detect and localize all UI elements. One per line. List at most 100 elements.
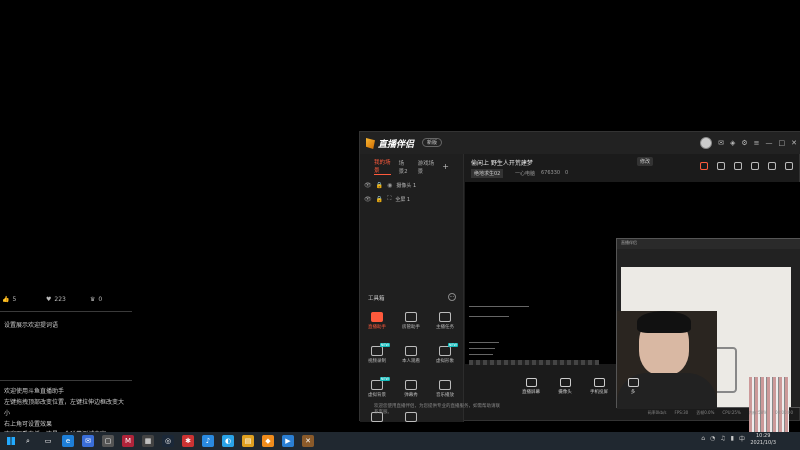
eye-icon[interactable]: 👁 <box>364 196 372 203</box>
camera-button[interactable]: 摄像头 <box>554 378 576 395</box>
menu-icon[interactable]: ≡ <box>754 139 760 147</box>
tab-scene-2[interactable]: 场景2 <box>399 159 410 175</box>
battery-icon[interactable]: ▮ <box>731 435 734 442</box>
tool-music[interactable]: 音乐播放 <box>430 380 460 398</box>
douyu-icon[interactable]: ◆ <box>262 435 274 447</box>
avatar-tool-icon <box>439 346 451 356</box>
folder-icon[interactable]: ▤ <box>242 435 254 447</box>
minimize-icon[interactable]: — <box>766 139 773 147</box>
media-icon[interactable]: ▦ <box>142 435 154 447</box>
background-icon <box>371 380 383 390</box>
divider <box>0 311 132 312</box>
new-badge: NEW <box>447 343 458 347</box>
tool-danmaku-show[interactable]: 弹幕秀 <box>396 380 426 398</box>
share-icon[interactable] <box>785 162 793 170</box>
tool-video-record[interactable]: NEW 视频录制 <box>362 343 392 364</box>
chat-line: 小 <box>4 410 11 417</box>
tool-label: 房管助手 <box>402 325 420 330</box>
task-icon <box>439 312 451 322</box>
tool-label: 虚拟形象 <box>436 359 454 364</box>
header-tools <box>700 162 793 170</box>
heart-icon: ♥ <box>46 296 52 303</box>
hearts-count: 223 <box>54 296 66 303</box>
wifi-icon[interactable]: ◔ <box>710 435 715 442</box>
duration-status: 00:00:00 <box>775 410 793 415</box>
search-icon[interactable]: ⌕ <box>22 435 34 447</box>
overlay-note[interactable]: 设置展示欢迎提词语 <box>4 320 58 329</box>
tab-my-scene[interactable]: 我的场景 <box>374 158 391 175</box>
app-icon[interactable]: ◐ <box>222 435 234 447</box>
music-icon <box>439 380 451 390</box>
add-scene-button[interactable]: + <box>442 162 449 171</box>
tool-live-assistant[interactable]: 直播助手 <box>362 312 392 330</box>
meta-pc: 一心电脑 <box>515 171 536 177</box>
tool-label: 直播助手 <box>368 325 386 330</box>
chat-line: 欢迎使用斗鱼直播助手 <box>4 388 65 395</box>
taskbar: ⌕ ▭ e ✉ ▢ M ▦ ◎ ✱ ♪ ◐ ▤ ◆ ▶ ✕ ⌂ ◔ ♫ ▮ 中 … <box>0 432 800 450</box>
lock-icon[interactable]: 🔒 <box>376 182 383 189</box>
ime-icon[interactable]: 中 <box>739 434 745 443</box>
terminal-icon[interactable]: ▢ <box>102 435 114 447</box>
record-icon <box>371 346 383 356</box>
tool-room-manager[interactable]: 房管助手 <box>396 312 426 330</box>
share-screen-icon[interactable] <box>734 162 742 170</box>
button-label: 摄像头 <box>558 390 572 395</box>
tool-self-view[interactable]: 本人观看 <box>396 346 426 364</box>
tool-anchor-task[interactable]: 主播任务 <box>430 312 460 330</box>
tools-icon[interactable]: ✕ <box>302 435 314 447</box>
music-icon[interactable]: ♪ <box>202 435 214 447</box>
new-badge: NEW <box>379 343 390 347</box>
tool-virtual-avatar[interactable]: NEW 虚拟形象 <box>430 343 460 364</box>
tool-virtual-background[interactable]: NEW 虚拟背景 <box>362 377 392 398</box>
maximize-icon[interactable]: □ <box>779 139 786 147</box>
mail-icon[interactable]: ✉ <box>82 435 94 447</box>
settings-icon[interactable]: ⚙ <box>741 139 747 147</box>
bottom-toolbar: 直播屏幕 摄像头 手机投屏 多 <box>520 378 644 395</box>
crown-stat: ♛ 0 <box>90 296 102 303</box>
room-title[interactable]: 偷闲上 野生人开荒建梦 <box>471 158 533 167</box>
screen-capture-button[interactable]: 直播屏幕 <box>520 378 542 395</box>
steam-icon[interactable]: ◎ <box>162 435 174 447</box>
close-icon[interactable]: ✕ <box>791 139 797 147</box>
tool-label: 音乐播放 <box>436 393 454 398</box>
version-badge[interactable]: 新版 <box>422 138 443 147</box>
stream-icon[interactable]: ▶ <box>282 435 294 447</box>
task-view-icon[interactable]: ▭ <box>42 435 54 447</box>
overlay-stats: 👍 5 ♥ 223 ♛ 0 <box>2 296 132 306</box>
chat-icon[interactable] <box>768 162 776 170</box>
toolbox-more-icon[interactable]: ⋯ <box>448 293 456 301</box>
title-bar: 直播伴侣 新版 ✉ ◈ ⚙ ≡ — □ ✕ <box>360 132 800 154</box>
tab-game-scene[interactable]: 游戏场景 <box>418 159 435 175</box>
game-icon[interactable]: M <box>122 435 134 447</box>
gift-icon[interactable] <box>700 162 708 170</box>
likes-stat: 👍 5 <box>2 296 16 303</box>
chat-line: 左键拖拽顶部改变位置，左键拉伸边框改变大 <box>4 399 125 406</box>
status-bar: 码率0kb/s FPS:30 丢帧0.0% CPU:25% 内存:58% 00:… <box>648 410 793 416</box>
skin-icon[interactable]: ◈ <box>730 139 735 147</box>
divider <box>0 380 132 381</box>
edge-icon[interactable]: e <box>62 435 74 447</box>
mini-line <box>469 342 499 343</box>
unlock-icon[interactable] <box>717 162 725 170</box>
preview-canvas[interactable]: 直播伴侣 <box>465 182 800 435</box>
edit-title-button[interactable]: 修改 <box>637 157 654 166</box>
more-button[interactable]: 多 <box>622 378 644 395</box>
clock[interactable]: 10:29 2021/10/3 <box>750 433 776 447</box>
memory-status: 内存:58% <box>748 410 768 415</box>
source-item[interactable]: 👁 🔒 ◉ 摄像头 1 <box>360 179 463 192</box>
tool-label: 视频录制 <box>368 359 386 364</box>
source-item[interactable]: 👁 🔒 ⛶ 全屏 1 <box>360 192 463 206</box>
refresh-icon[interactable] <box>751 162 759 170</box>
chat-icon[interactable]: ✱ <box>182 435 194 447</box>
start-button[interactable] <box>4 432 18 450</box>
phone-cast-button[interactable]: 手机投屏 <box>588 378 610 395</box>
network-icon[interactable]: ⌂ <box>701 435 705 442</box>
volume-icon[interactable]: ♫ <box>720 435 725 442</box>
avatar[interactable] <box>700 137 713 149</box>
message-icon[interactable]: ✉ <box>718 139 724 147</box>
lock-icon[interactable]: 🔒 <box>376 196 383 203</box>
eye-icon[interactable]: 👁 <box>364 182 372 189</box>
camera-icon <box>559 378 571 387</box>
person-icon <box>405 312 417 322</box>
category-chip[interactable]: 绝地求生02 <box>471 169 504 178</box>
